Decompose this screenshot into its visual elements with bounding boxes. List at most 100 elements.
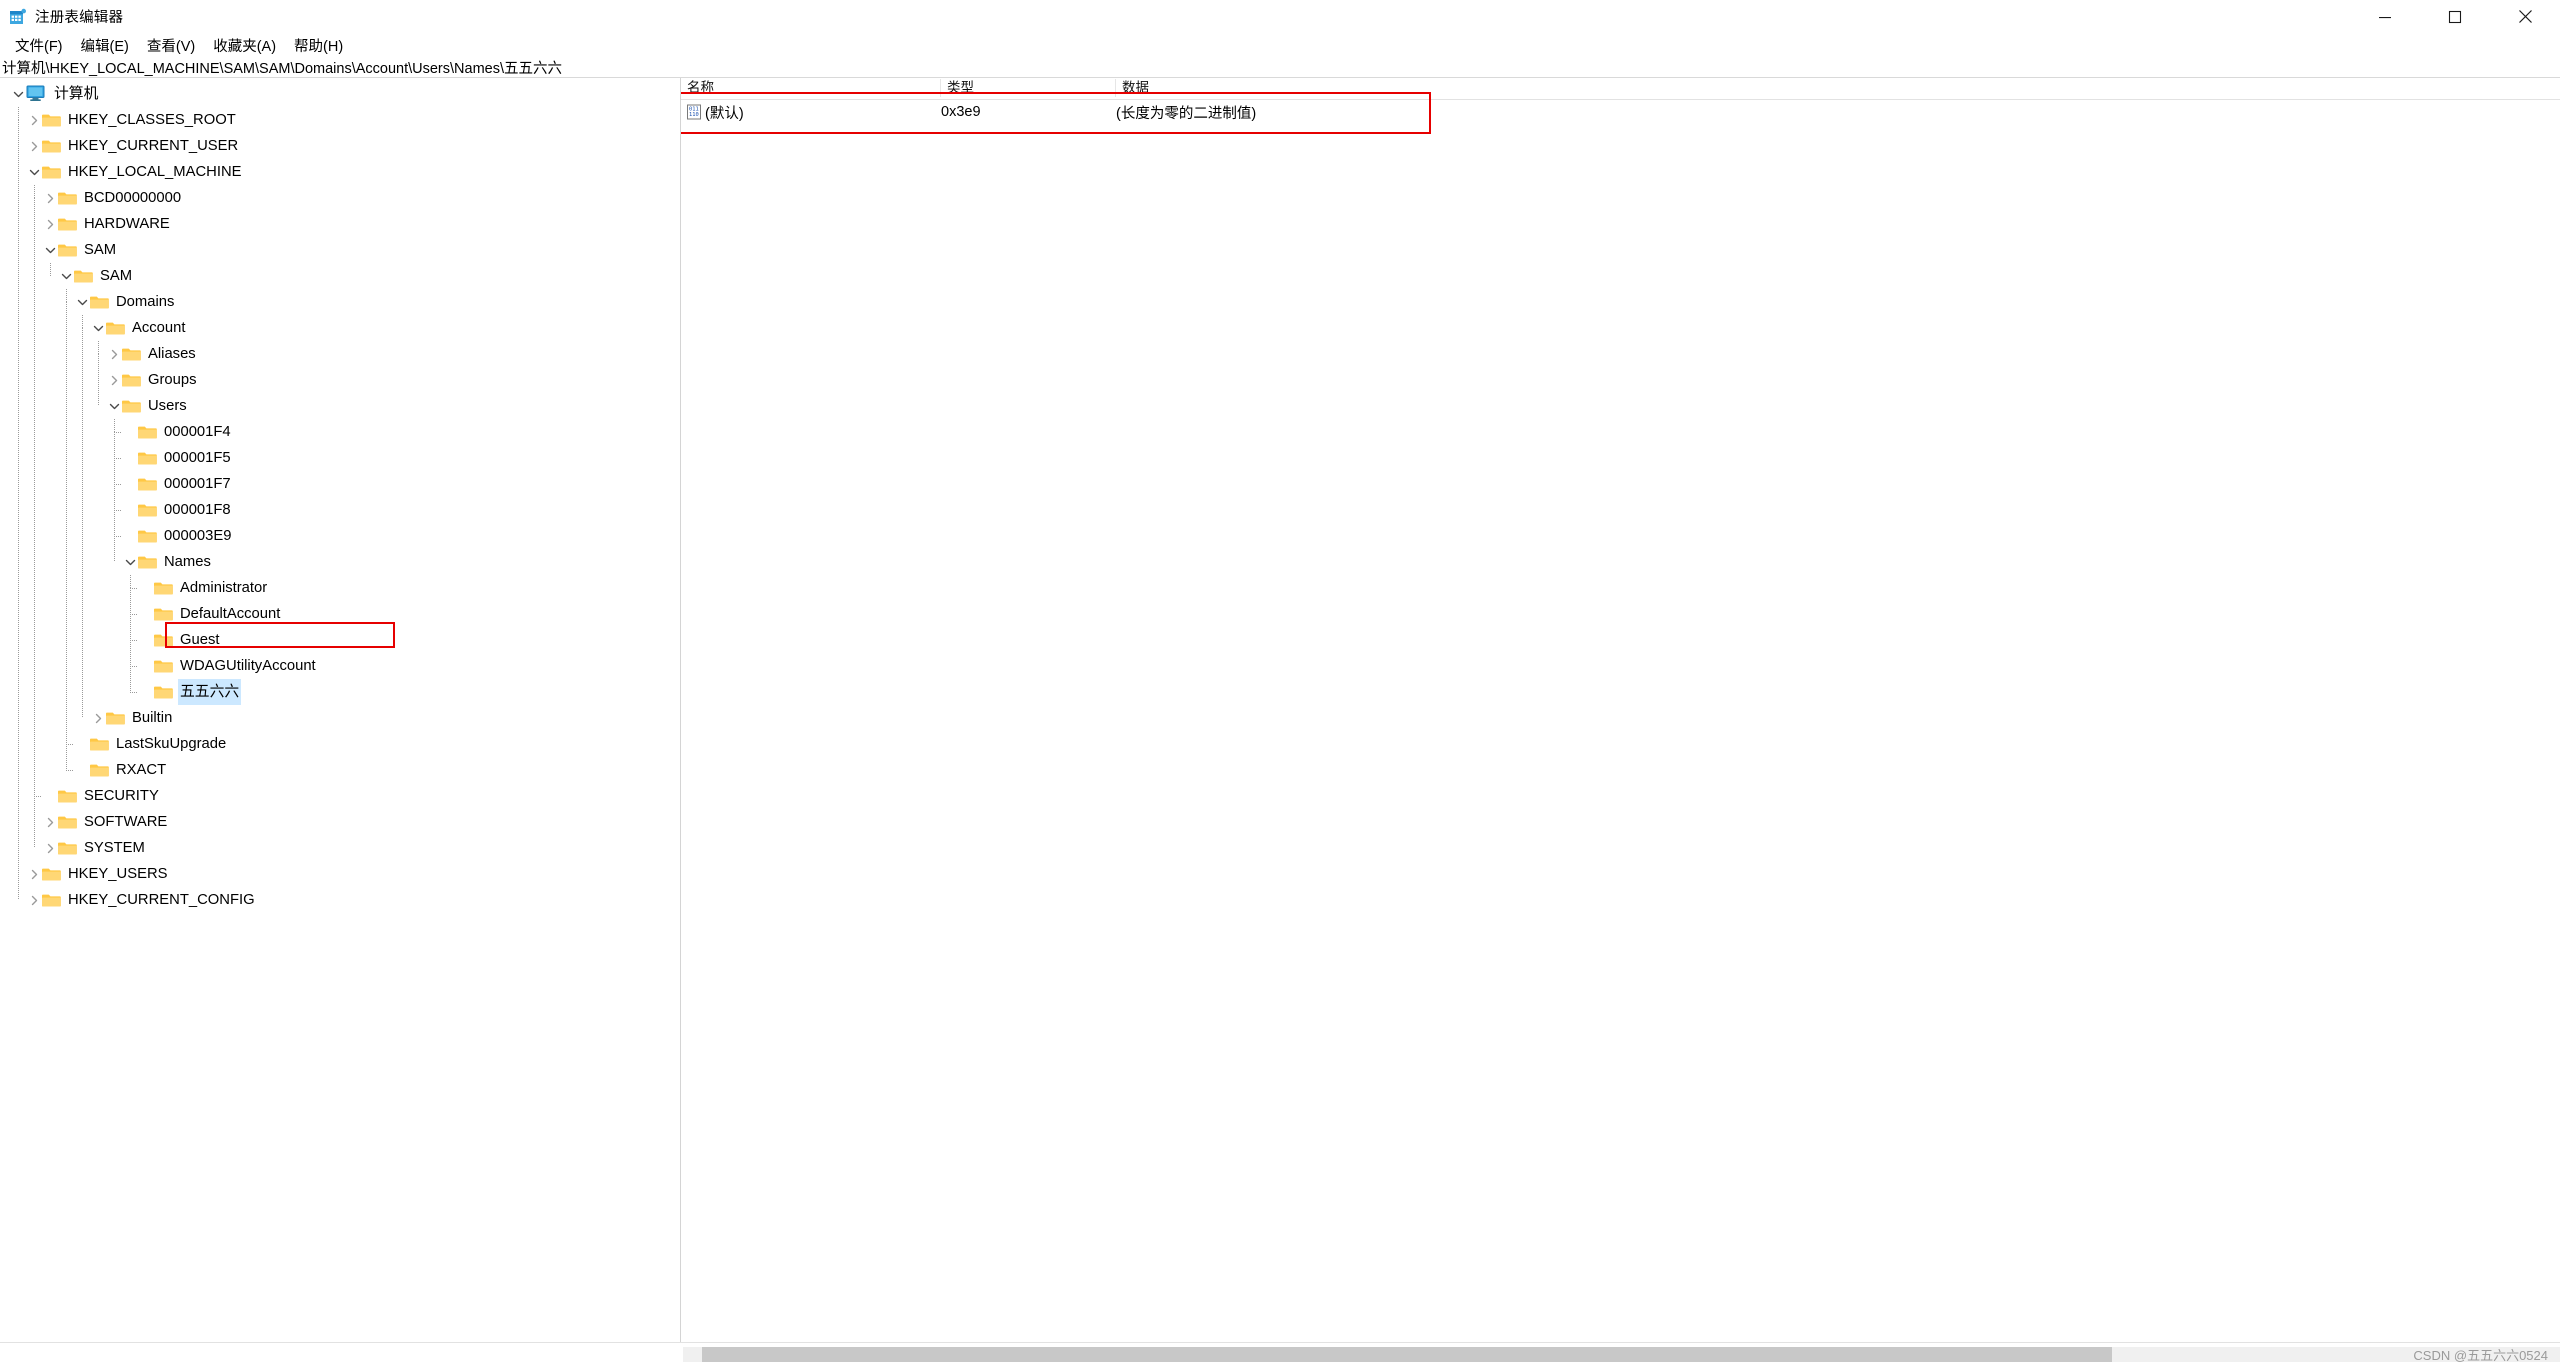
tree-node-SOFTWARE[interactable]: SOFTWARE xyxy=(0,809,680,835)
menu-edit[interactable]: 编辑(E) xyxy=(72,34,138,57)
horizontal-scrollbar-thumb[interactable] xyxy=(702,1347,2112,1362)
chevron-down-icon[interactable] xyxy=(58,263,74,289)
content-area: 计算机 HKEY_CLASSES_ROOT HKEY_CURRENT_USER HKE… xyxy=(0,78,2560,1342)
chevron-down-icon[interactable] xyxy=(122,549,138,575)
column-header-name[interactable]: 名称 xyxy=(681,78,941,98)
tree-node-label: BCD00000000 xyxy=(84,190,182,206)
chevron-down-icon[interactable] xyxy=(90,315,106,341)
folder-icon xyxy=(42,861,61,887)
folder-icon xyxy=(58,237,77,263)
tree-node-[interactable]: 五五六六 xyxy=(0,679,680,705)
tree-node-Account[interactable]: Account xyxy=(0,315,680,341)
tree-node-HKEY_CURRENT_USER[interactable]: HKEY_CURRENT_USER xyxy=(0,133,680,159)
tree-node-Domains[interactable]: Domains xyxy=(0,289,680,315)
folder-icon xyxy=(42,107,61,133)
value-name-cell: 011 110 (默认) xyxy=(681,102,941,123)
tree-node-SECURITY[interactable]: SECURITY xyxy=(0,783,680,809)
registry-tree: 计算机 HKEY_CLASSES_ROOT HKEY_CURRENT_USER HKE… xyxy=(0,81,680,913)
tree-node-SYSTEM[interactable]: SYSTEM xyxy=(0,835,680,861)
chevron-right-icon[interactable] xyxy=(26,887,42,913)
tree-node-[interactable]: 计算机 xyxy=(0,81,680,107)
column-header-type[interactable]: 类型 xyxy=(941,78,1116,98)
menu-favorites[interactable]: 收藏夹(A) xyxy=(204,34,285,57)
monitor-icon xyxy=(26,81,47,107)
tree-node-label: WDAGUtilityAccount xyxy=(180,658,316,674)
tree-node-label: 000001F5 xyxy=(164,450,231,466)
chevron-right-icon[interactable] xyxy=(42,185,58,211)
registry-tree-pane[interactable]: 计算机 HKEY_CLASSES_ROOT HKEY_CURRENT_USER HKE… xyxy=(0,78,681,1342)
chevron-down-icon[interactable] xyxy=(42,237,58,263)
tree-node-label: DefaultAccount xyxy=(180,606,281,622)
tree-node-label: SOFTWARE xyxy=(84,814,168,830)
tree-node-000003E9[interactable]: 000003E9 xyxy=(0,523,680,549)
tree-node-Builtin[interactable]: Builtin xyxy=(0,705,680,731)
folder-icon xyxy=(90,757,109,783)
chevron-down-icon[interactable] xyxy=(106,393,122,419)
chevron-right-icon[interactable] xyxy=(106,367,122,393)
chevron-right-icon[interactable] xyxy=(90,705,106,731)
tree-node-label: SAM xyxy=(100,268,133,284)
tree-node-label: HKEY_USERS xyxy=(68,866,168,882)
tree-node-000001F8[interactable]: 000001F8 xyxy=(0,497,680,523)
tree-node-RXACT[interactable]: RXACT xyxy=(0,757,680,783)
column-header-data[interactable]: 数据 xyxy=(1116,78,2560,98)
tree-node-WDAGUtilityAccount[interactable]: WDAGUtilityAccount xyxy=(0,653,680,679)
chevron-right-icon[interactable] xyxy=(42,809,58,835)
menu-file[interactable]: 文件(F) xyxy=(6,34,72,57)
tree-node-HKEY_CURRENT_CONFIG[interactable]: HKEY_CURRENT_CONFIG xyxy=(0,887,680,913)
folder-icon xyxy=(42,159,61,185)
title-bar: 注册表编辑器 xyxy=(0,0,2560,33)
tree-node-BCD00000000[interactable]: BCD00000000 xyxy=(0,185,680,211)
tree-node-HKEY_USERS[interactable]: HKEY_USERS xyxy=(0,861,680,887)
tree-node-LastSkuUpgrade[interactable]: LastSkuUpgrade xyxy=(0,731,680,757)
menu-bar: 文件(F) 编辑(E) 查看(V) 收藏夹(A) 帮助(H) xyxy=(0,33,2560,58)
chevron-right-icon[interactable] xyxy=(26,133,42,159)
menu-help[interactable]: 帮助(H) xyxy=(285,34,352,57)
folder-icon xyxy=(138,523,157,549)
tree-node-HKEY_CLASSES_ROOT[interactable]: HKEY_CLASSES_ROOT xyxy=(0,107,680,133)
menu-view[interactable]: 查看(V) xyxy=(138,34,204,57)
folder-icon xyxy=(90,289,109,315)
address-path: 计算机\HKEY_LOCAL_MACHINE\SAM\SAM\Domains\A… xyxy=(2,61,562,77)
tree-node-HKEY_LOCAL_MACHINE[interactable]: HKEY_LOCAL_MACHINE xyxy=(0,159,680,185)
chevron-right-icon[interactable] xyxy=(42,211,58,237)
tree-node-Administrator[interactable]: Administrator xyxy=(0,575,680,601)
table-row[interactable]: 011 110 (默认) 0x3e9 (长度为零的二进制值) xyxy=(681,100,2560,124)
tree-node-label: HKEY_CURRENT_CONFIG xyxy=(68,892,255,908)
tree-node-HARDWARE[interactable]: HARDWARE xyxy=(0,211,680,237)
chevron-right-icon[interactable] xyxy=(26,861,42,887)
folder-icon xyxy=(122,341,141,367)
chevron-right-icon[interactable] xyxy=(106,341,122,367)
tree-node-Users[interactable]: Users xyxy=(0,393,680,419)
folder-icon xyxy=(74,263,93,289)
address-bar[interactable]: 计算机\HKEY_LOCAL_MACHINE\SAM\SAM\Domains\A… xyxy=(0,58,2560,78)
tree-node-label: Builtin xyxy=(132,710,173,726)
tree-node-000001F5[interactable]: 000001F5 xyxy=(0,445,680,471)
tree-node-DefaultAccount[interactable]: DefaultAccount xyxy=(0,601,680,627)
chevron-right-icon[interactable] xyxy=(26,107,42,133)
tree-node-000001F4[interactable]: 000001F4 xyxy=(0,419,680,445)
tree-node-SAM[interactable]: SAM xyxy=(0,263,680,289)
close-button[interactable] xyxy=(2490,0,2560,33)
folder-icon xyxy=(154,575,173,601)
list-header: 名称 类型 数据 xyxy=(681,78,2560,100)
tree-node-Names[interactable]: Names xyxy=(0,549,680,575)
value-name-text: (默认) xyxy=(705,105,744,122)
chevron-down-icon[interactable] xyxy=(74,289,90,315)
tree-node-Guest[interactable]: Guest xyxy=(0,627,680,653)
tree-node-SAM[interactable]: SAM xyxy=(0,237,680,263)
folder-icon xyxy=(154,653,173,679)
tree-node-label: Users xyxy=(148,398,187,414)
registry-values-pane[interactable]: 名称 类型 数据 011 110 (默认) 0x3e9 (长度为零的二进制值) xyxy=(681,78,2560,1342)
chevron-down-icon[interactable] xyxy=(10,81,26,107)
maximize-button[interactable] xyxy=(2420,0,2490,33)
chevron-down-icon[interactable] xyxy=(26,159,42,185)
tree-node-Aliases[interactable]: Aliases xyxy=(0,341,680,367)
tree-node-Groups[interactable]: Groups xyxy=(0,367,680,393)
value-data-cell: (长度为零的二进制值) xyxy=(1116,105,1257,122)
tree-node-000001F7[interactable]: 000001F7 xyxy=(0,471,680,497)
minimize-button[interactable] xyxy=(2350,0,2420,33)
chevron-right-icon[interactable] xyxy=(42,835,58,861)
